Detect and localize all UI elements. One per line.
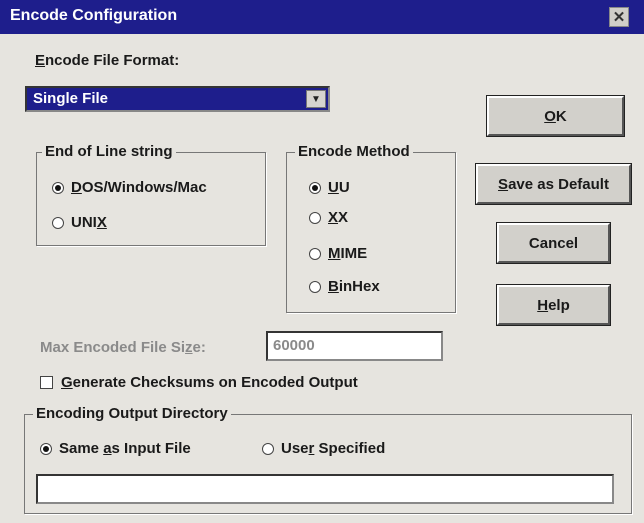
radio-binhex[interactable]: BinHex [309, 278, 380, 295]
radio-button-icon [262, 442, 274, 455]
generate-checksums-checkbox[interactable]: Generate Checksums on Encoded Output [40, 374, 358, 391]
radio-label: XX [328, 209, 349, 226]
max-encoded-file-size-value: 60000 [273, 337, 315, 354]
cancel-button[interactable]: Cancel [496, 222, 611, 264]
radio-button-icon [40, 442, 52, 455]
close-icon: ✕ [612, 8, 626, 26]
radio-selected-dot [55, 184, 61, 191]
radio-label: BinHex [328, 278, 380, 295]
end-of-line-group: End of Line string [36, 143, 266, 246]
window-title: Encode Configuration [10, 7, 178, 24]
encode-file-format-value: Single File [33, 90, 109, 107]
encode-configuration-dialog: Encode Configuration ✕ Encode File Forma… [0, 0, 644, 523]
encode-file-format-select[interactable]: Single File ▼ [25, 86, 330, 112]
radio-button-icon [309, 211, 321, 224]
radio-xx[interactable]: XX [309, 209, 348, 226]
end-of-line-legend: End of Line string [42, 143, 176, 160]
radio-label: User Specified [281, 440, 386, 457]
radio-unix[interactable]: UNIX [52, 214, 107, 231]
radio-same-as-input-file[interactable]: Same as Input File [40, 440, 191, 457]
encode-file-format-label: Encode File Format: [35, 52, 180, 69]
close-button[interactable]: ✕ [609, 7, 629, 27]
help-button[interactable]: Help [496, 284, 611, 326]
cancel-button-label: Cancel [528, 234, 579, 252]
radio-label: Same as Input File [59, 440, 191, 457]
encoding-output-directory-legend: Encoding Output Directory [33, 405, 231, 422]
radio-dos-windows-mac[interactable]: DOS/Windows/Mac [52, 179, 207, 196]
output-directory-path-input[interactable] [36, 474, 614, 504]
radio-selected-dot [312, 184, 318, 191]
checkbox-icon [40, 376, 53, 389]
encode-method-legend: Encode Method [295, 143, 413, 160]
radio-label: UU [328, 179, 350, 196]
ok-button-label: OK [544, 107, 567, 125]
radio-button-icon [52, 181, 64, 194]
title-bar: Encode Configuration ✕ [0, 0, 644, 34]
radio-uu[interactable]: UU [309, 179, 350, 196]
max-encoded-file-size-label: Max Encoded File Size: [40, 339, 206, 356]
ok-button[interactable]: OK [486, 95, 625, 137]
max-encoded-file-size-input[interactable]: 60000 [266, 331, 443, 361]
save-as-default-button-label: Save as Default [498, 175, 609, 193]
radio-label: MIME [328, 245, 368, 262]
dropdown-arrow-button[interactable]: ▼ [306, 90, 326, 108]
help-button-label: Help [537, 296, 570, 314]
save-as-default-button[interactable]: Save as Default [475, 163, 632, 205]
radio-label: DOS/Windows/Mac [71, 179, 207, 196]
radio-button-icon [52, 216, 64, 229]
radio-label: UNIX [71, 214, 107, 231]
radio-user-specified[interactable]: User Specified [262, 440, 385, 457]
radio-button-icon [309, 247, 321, 260]
radio-mime[interactable]: MIME [309, 245, 367, 262]
chevron-down-icon: ▼ [311, 93, 321, 105]
generate-checksums-label: Generate Checksums on Encoded Output [61, 374, 358, 391]
radio-button-icon [309, 280, 321, 293]
radio-button-icon [309, 181, 321, 194]
radio-selected-dot [43, 445, 49, 452]
